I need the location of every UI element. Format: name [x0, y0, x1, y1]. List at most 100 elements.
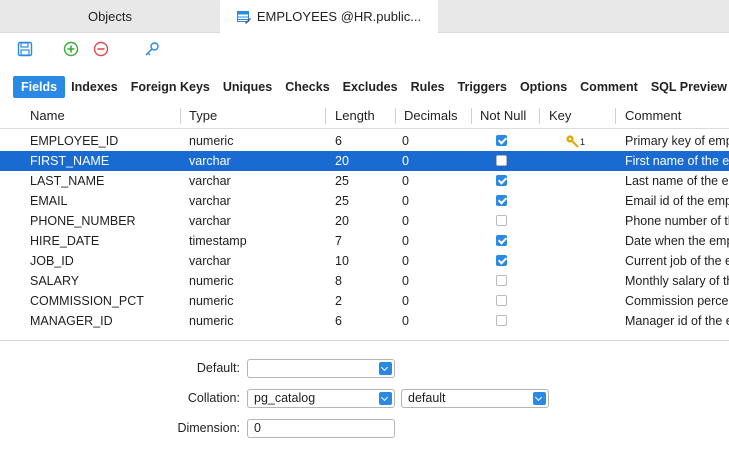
- field-comment-cell[interactable]: Manager id of the employee: [625, 311, 729, 331]
- not-null-checkbox[interactable]: [496, 315, 507, 326]
- tab-fields[interactable]: Fields: [13, 76, 66, 98]
- not-null-checkbox[interactable]: [496, 235, 507, 246]
- field-decimals-cell[interactable]: 0: [402, 151, 462, 171]
- field-comment-cell[interactable]: Phone number of the employee: [625, 211, 729, 231]
- field-name-cell[interactable]: COMMISSION_PCT: [30, 291, 180, 311]
- field-type-cell[interactable]: numeric: [189, 271, 319, 291]
- save-button[interactable]: [13, 39, 37, 61]
- field-type-cell[interactable]: varchar: [189, 211, 319, 231]
- header-name[interactable]: Name: [30, 104, 65, 128]
- field-row[interactable]: PHONE_NUMBER varchar 20 0 Phone number of th…: [0, 211, 729, 231]
- field-row[interactable]: SALARY numeric 80 Monthly salary of the emp…: [0, 271, 729, 291]
- field-name-cell[interactable]: EMPLOYEE_ID: [30, 131, 180, 151]
- field-length-cell[interactable]: 7: [335, 231, 395, 251]
- field-name-cell[interactable]: FIRST_NAME: [30, 151, 180, 171]
- field-length-cell[interactable]: 25: [335, 191, 395, 211]
- field-type-cell[interactable]: numeric: [189, 131, 319, 151]
- not-null-checkbox[interactable]: [496, 155, 507, 166]
- not-null-checkbox[interactable]: [496, 295, 507, 306]
- tab-checks[interactable]: Checks: [279, 76, 335, 98]
- field-name-cell[interactable]: LAST_NAME: [30, 171, 180, 191]
- tab-indexes[interactable]: Indexes: [65, 76, 124, 98]
- not-null-checkbox[interactable]: [496, 135, 507, 146]
- field-row[interactable]: COMMISSION_PCT numeric 20 Commission percen…: [0, 291, 729, 311]
- field-comment-cell[interactable]: Last name of the employee: [625, 171, 729, 191]
- collation-name-select[interactable]: default: [401, 389, 549, 408]
- field-name-cell[interactable]: PHONE_NUMBER: [30, 211, 180, 231]
- tab-triggers[interactable]: Triggers: [452, 76, 513, 98]
- field-comment-cell[interactable]: Current job of the employee: [625, 251, 729, 271]
- header-decimals[interactable]: Decimals: [404, 104, 457, 128]
- field-decimals-cell[interactable]: 0: [402, 211, 462, 231]
- header-comment[interactable]: Comment: [625, 104, 681, 128]
- field-type-cell[interactable]: timestamp: [189, 231, 319, 251]
- tab-options[interactable]: Options: [514, 76, 573, 98]
- field-decimals-cell[interactable]: 0: [402, 131, 462, 151]
- field-comment-cell[interactable]: Monthly salary of the employee: [625, 271, 729, 291]
- tab-uniques[interactable]: Uniques: [217, 76, 278, 98]
- field-name-cell[interactable]: JOB_ID: [30, 251, 180, 271]
- primary-key-button[interactable]: [140, 39, 164, 61]
- field-decimals-cell[interactable]: 0: [402, 171, 462, 191]
- field-row[interactable]: JOB_ID varchar 10 0 Current job of the emplo…: [0, 251, 729, 271]
- field-name-cell[interactable]: SALARY: [30, 271, 180, 291]
- field-comment-cell[interactable]: First name of the employee: [625, 151, 729, 171]
- field-row[interactable]: MANAGER_ID numeric 60 Manager id of the emp…: [0, 311, 729, 331]
- field-name-cell[interactable]: HIRE_DATE: [30, 231, 180, 251]
- field-type-cell[interactable]: varchar: [189, 151, 319, 171]
- field-decimals-cell[interactable]: 0: [402, 291, 462, 311]
- field-length-cell[interactable]: 20: [335, 151, 395, 171]
- header-type[interactable]: Type: [189, 104, 217, 128]
- add-field-button[interactable]: [59, 39, 83, 61]
- header-length[interactable]: Length: [335, 104, 375, 128]
- field-type-cell[interactable]: varchar: [189, 171, 319, 191]
- field-decimals-cell[interactable]: 0: [402, 231, 462, 251]
- field-length-cell[interactable]: 8: [335, 271, 395, 291]
- tab-comment[interactable]: Comment: [574, 76, 644, 98]
- not-null-checkbox[interactable]: [496, 195, 507, 206]
- collation-label: Collation:: [187, 391, 240, 405]
- tab-employees-table[interactable]: EMPLOYEES @HR.public...: [220, 0, 438, 33]
- dimension-input[interactable]: 0: [247, 419, 395, 438]
- not-null-checkbox[interactable]: [496, 275, 507, 286]
- field-row[interactable]: HIRE_DATE timestamp 70 Date when the employ…: [0, 231, 729, 251]
- field-length-cell[interactable]: 10: [335, 251, 395, 271]
- not-null-cell: [496, 191, 510, 211]
- field-decimals-cell[interactable]: 0: [402, 191, 462, 211]
- not-null-checkbox[interactable]: [496, 215, 507, 226]
- field-decimals-cell[interactable]: 0: [402, 311, 462, 331]
- field-comment-cell[interactable]: Commission percentage: [625, 291, 729, 311]
- field-length-cell[interactable]: 2: [335, 291, 395, 311]
- tab-objects[interactable]: Objects: [0, 0, 220, 32]
- tab-excludes[interactable]: Excludes: [337, 76, 404, 98]
- collation-schema-select[interactable]: pg_catalog: [247, 389, 395, 408]
- field-comment-cell[interactable]: Email id of the employee: [625, 191, 729, 211]
- field-name-cell[interactable]: MANAGER_ID: [30, 311, 180, 331]
- field-type-cell[interactable]: numeric: [189, 291, 319, 311]
- tab-rules[interactable]: Rules: [405, 76, 451, 98]
- not-null-checkbox[interactable]: [496, 175, 507, 186]
- field-type-cell[interactable]: varchar: [189, 251, 319, 271]
- field-row[interactable]: EMPLOYEE_ID numeric 60 1 Primary key of empl…: [0, 131, 729, 151]
- not-null-checkbox[interactable]: [496, 255, 507, 266]
- tab-sql-preview[interactable]: SQL Preview: [645, 76, 729, 98]
- field-decimals-cell[interactable]: 0: [402, 251, 462, 271]
- field-length-cell[interactable]: 20: [335, 211, 395, 231]
- field-comment-cell[interactable]: Date when the employee started: [625, 231, 729, 251]
- field-name-cell[interactable]: EMAIL: [30, 191, 180, 211]
- field-length-cell[interactable]: 6: [335, 131, 395, 151]
- tab-foreign-keys[interactable]: Foreign Keys: [125, 76, 216, 98]
- field-comment-cell[interactable]: Primary key of employees: [625, 131, 729, 151]
- field-type-cell[interactable]: numeric: [189, 311, 319, 331]
- field-decimals-cell[interactable]: 0: [402, 271, 462, 291]
- default-combobox[interactable]: [247, 359, 395, 378]
- field-row[interactable]: FIRST_NAME varchar 20 0 First name of the em…: [0, 151, 729, 171]
- field-length-cell[interactable]: 6: [335, 311, 395, 331]
- field-length-cell[interactable]: 25: [335, 171, 395, 191]
- header-key[interactable]: Key: [549, 104, 571, 128]
- field-row[interactable]: EMAIL varchar 25 0 Email id of the employee: [0, 191, 729, 211]
- field-row[interactable]: LAST_NAME varchar 25 0 Last name of the empl…: [0, 171, 729, 191]
- header-not-null[interactable]: Not Null: [480, 104, 526, 128]
- field-type-cell[interactable]: varchar: [189, 191, 319, 211]
- delete-field-button[interactable]: [89, 39, 113, 61]
